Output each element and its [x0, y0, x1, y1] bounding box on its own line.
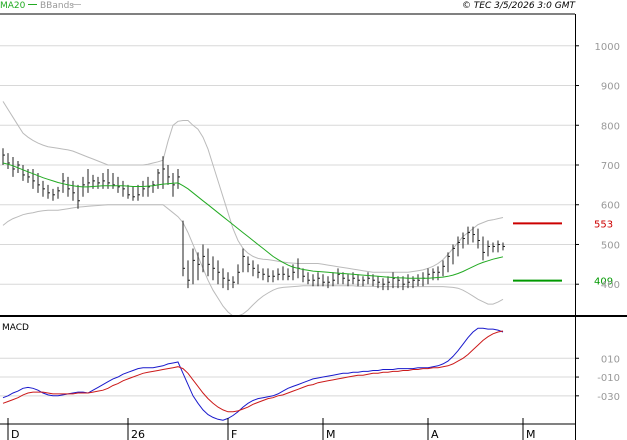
price-y-tick-label: 500 [601, 240, 620, 251]
legend-ma20: MA20 [0, 1, 26, 11]
copyright-label: © TEC 3/5/2026 3:0 GMT [462, 1, 577, 11]
macd-y-tick-label: -010 [597, 373, 620, 384]
chart-background [0, 0, 627, 440]
macd-y-tick-label: 010 [601, 354, 620, 365]
price-y-tick-label: 600 [601, 201, 620, 212]
resistance-level-label: 553 [594, 219, 613, 230]
price-y-tick-label: 800 [601, 121, 620, 132]
price-y-tick-label: 400 [601, 280, 620, 291]
x-axis-label: F [231, 428, 237, 440]
price-y-tick-label: 900 [601, 82, 620, 93]
x-axis-label: 26 [131, 428, 145, 440]
x-axis-label: M [326, 428, 336, 440]
x-axis-label: A [431, 428, 439, 440]
macd-y-tick-label: -030 [597, 392, 620, 403]
price-y-tick-label: 700 [601, 161, 620, 172]
x-axis-label: D [11, 428, 19, 440]
price-y-tick-label: 1000 [595, 42, 620, 53]
stock-chart: MA20 BBands © TEC 3/5/2026 3:0 GMT 553 40… [0, 0, 627, 440]
legend-bbands: BBands [40, 1, 74, 11]
x-axis-label: M [526, 428, 536, 440]
macd-title: MACD [2, 323, 29, 333]
